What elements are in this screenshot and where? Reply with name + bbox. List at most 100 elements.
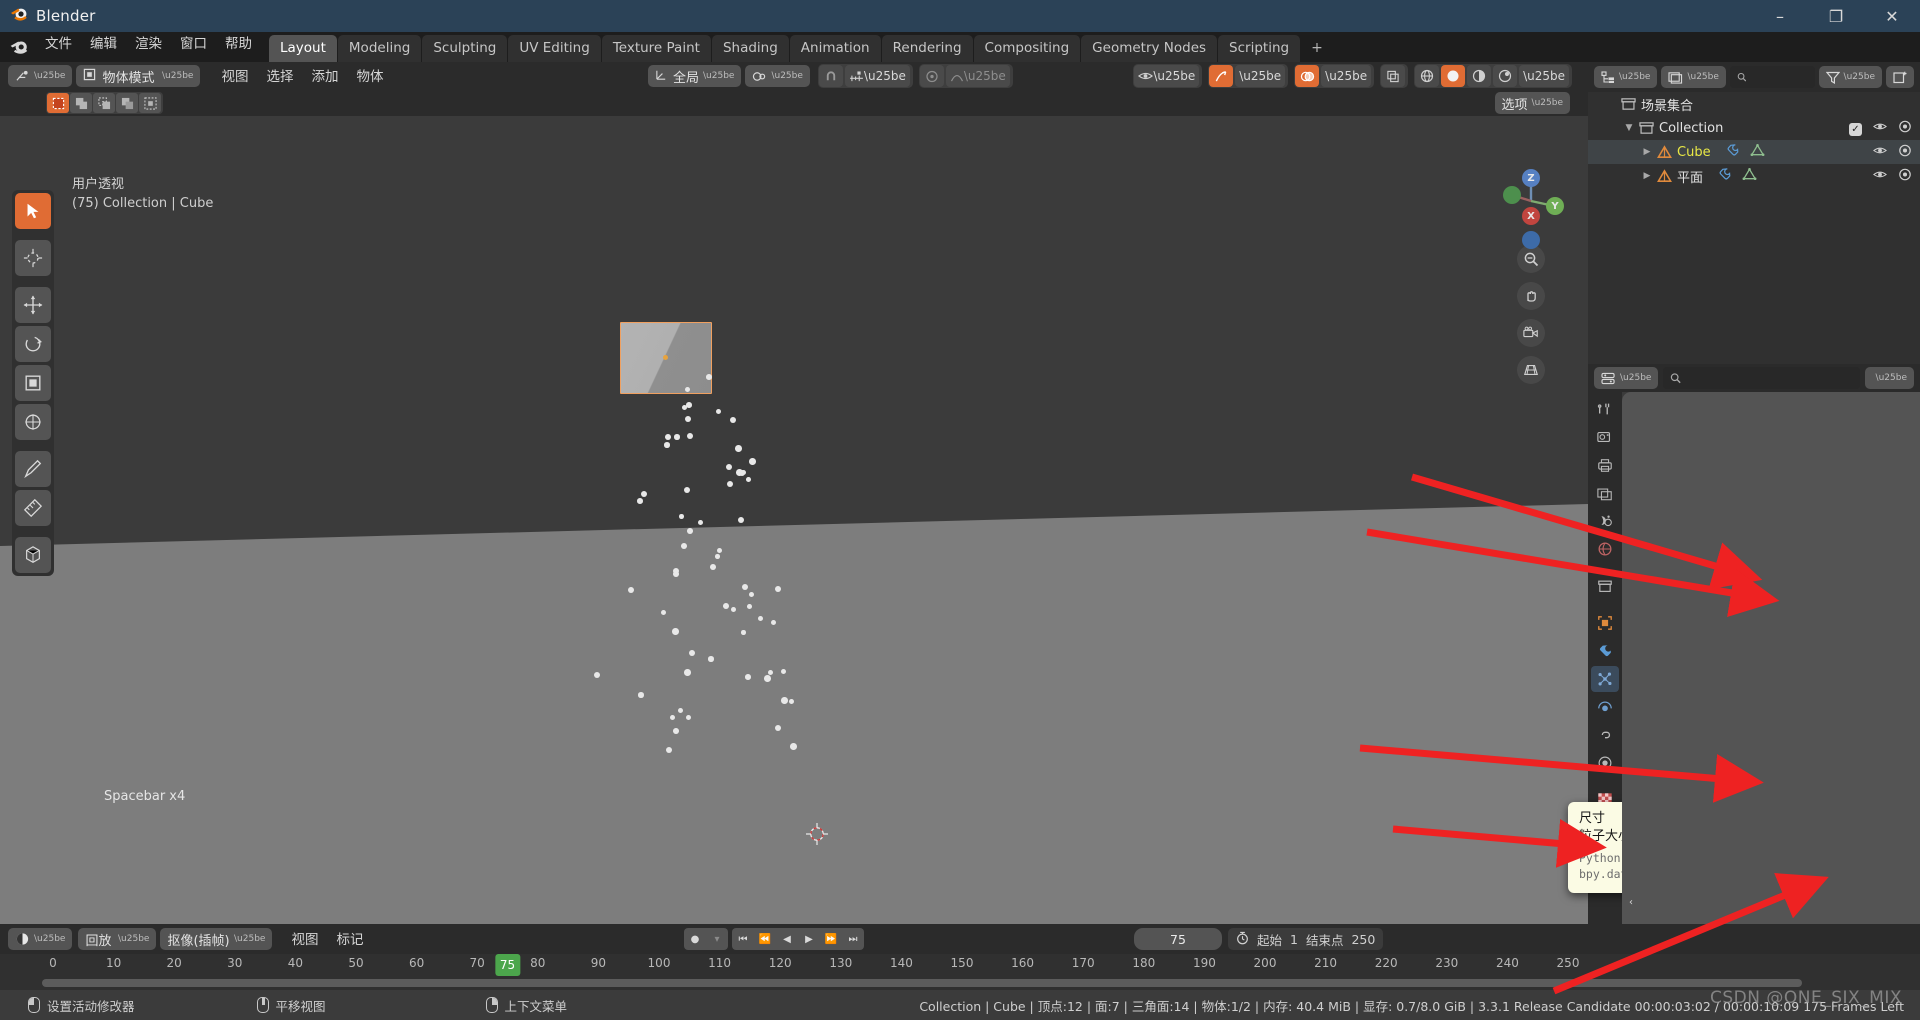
property-tab-render[interactable] xyxy=(1591,424,1619,450)
outliner-row-Cube[interactable]: ▶ Cube xyxy=(1588,140,1920,164)
animate-property-dot[interactable]: • xyxy=(1903,477,1914,492)
row-disclosure-icon[interactable]: ▶ xyxy=(1640,171,1654,181)
tool-measure[interactable] xyxy=(15,490,51,526)
row-exclude-checkbox[interactable]: ✓ xyxy=(1849,121,1862,136)
panel-advanced[interactable]: ▾ 高级 xyxy=(1622,417,1920,441)
zoom-view-icon[interactable] xyxy=(1517,245,1545,273)
play-button[interactable]: ▶ xyxy=(798,928,820,950)
use-preview-range-icon[interactable] xyxy=(1236,931,1249,948)
advanced-checkbox[interactable] xyxy=(1717,528,1731,542)
tool-scale[interactable] xyxy=(15,365,51,401)
editor-type-icon[interactable]: \u25be xyxy=(8,65,73,87)
tool-rotate[interactable] xyxy=(15,326,51,362)
jump-to-end-button[interactable]: ⏭ xyxy=(842,928,864,950)
tool-transform[interactable] xyxy=(15,404,51,440)
tab-texture-paint[interactable]: Texture Paint xyxy=(601,35,711,62)
close-button[interactable]: ✕ xyxy=(1864,0,1920,32)
toggle-orthographic-icon[interactable] xyxy=(1517,356,1545,384)
property-tab-world[interactable] xyxy=(1591,536,1619,562)
property-tab-object[interactable] xyxy=(1591,610,1619,636)
show-overlays-toggle[interactable] xyxy=(1295,65,1320,87)
next-keyframe-button[interactable]: ⏩ xyxy=(820,928,842,950)
tab-layout[interactable]: Layout xyxy=(269,35,337,62)
tab-modeling[interactable]: Modeling xyxy=(337,35,422,62)
property-tab-collection[interactable] xyxy=(1591,573,1619,599)
timeline-menu-marker[interactable]: 标记 xyxy=(327,924,372,954)
menu-file[interactable]: 文件 xyxy=(36,28,81,58)
animate-property-dot[interactable]: • xyxy=(1903,451,1914,466)
animate-property-dot[interactable]: • xyxy=(1903,718,1914,733)
outliner-display-mode-dropdown[interactable]: \u25be xyxy=(1661,66,1726,88)
animate-property-dot[interactable]: • xyxy=(1715,744,1726,759)
playback-dropdown[interactable]: 回放 \u25be xyxy=(78,928,157,950)
outliner-editor-type-icon[interactable]: \u25be xyxy=(1594,66,1658,88)
outliner-row-Collection[interactable]: ▼ Collection ✓ xyxy=(1588,116,1920,140)
animate-property-dot[interactable]: • xyxy=(1903,796,1914,811)
animate-property-dot[interactable]: • xyxy=(1903,502,1914,517)
gizmo-settings-dropdown[interactable]: \u25be xyxy=(1235,65,1286,87)
row-label[interactable]: 场景集合 xyxy=(1641,95,1693,114)
menu-window[interactable]: 窗口 xyxy=(171,28,216,58)
animate-property-dot[interactable]: • xyxy=(1903,770,1914,785)
decrement-icon[interactable]: ‹ xyxy=(1629,897,1633,908)
tool-move[interactable] xyxy=(15,287,51,323)
animate-property-dot[interactable]: • xyxy=(1903,579,1914,594)
animate-property-dot[interactable]: • xyxy=(1903,553,1914,568)
property-tab-constraints[interactable] xyxy=(1591,722,1619,748)
tab-geometry-nodes[interactable]: Geometry Nodes xyxy=(1081,35,1218,62)
row-modifier-icon[interactable] xyxy=(1725,143,1740,161)
tool-add-cube[interactable] xyxy=(15,537,51,573)
gizmo-axis-z[interactable]: Z xyxy=(1522,169,1540,187)
shading-rendered-button[interactable] xyxy=(1493,65,1518,87)
viewport-menu-add[interactable]: 添加 xyxy=(302,62,347,91)
row-disclosure-icon[interactable]: ▼ xyxy=(1622,123,1636,133)
property-tab-tool[interactable] xyxy=(1591,396,1619,422)
outliner-filter-icon[interactable]: \u25be xyxy=(1818,66,1882,88)
proportional-edit-toggle[interactable] xyxy=(919,65,944,87)
select-subtract-icon[interactable] xyxy=(93,93,115,113)
tab-scripting[interactable]: Scripting xyxy=(1218,35,1301,62)
viewport-menu-object[interactable]: 物体 xyxy=(347,62,392,91)
panel-render[interactable]: ▾ 渲染 :::: xyxy=(1622,684,1920,708)
shading-settings-dropdown[interactable]: \u25be xyxy=(1519,65,1569,87)
select-intersect-icon[interactable] xyxy=(139,93,161,113)
property-tab-scene[interactable] xyxy=(1591,508,1619,534)
advanced-number-field[interactable]: 0.300 xyxy=(1708,551,1896,570)
row-label[interactable]: Collection xyxy=(1659,121,1723,136)
select-extend-icon[interactable] xyxy=(70,93,92,113)
tab-shading[interactable]: Shading xyxy=(711,35,789,62)
tab-compositing[interactable]: Compositing xyxy=(973,35,1081,62)
jump-to-start-button[interactable]: ⏮ xyxy=(732,928,754,950)
row-disable-in-renders-icon[interactable] xyxy=(1898,168,1912,185)
viewport-menu-view[interactable]: 视图 xyxy=(212,62,257,91)
row-label[interactable]: 平面 xyxy=(1677,167,1703,186)
animate-property-dot[interactable]: • xyxy=(1903,630,1914,645)
timeline-editor[interactable]: \u25be 回放 \u25be 抠像(插帧) \u25be 视图 标记 ● ▾ ⏮… xyxy=(0,924,1920,990)
pan-view-icon[interactable] xyxy=(1517,282,1545,310)
property-tab-particles[interactable] xyxy=(1591,666,1619,692)
transform-orientation-dropdown[interactable]: 全局 \u25be xyxy=(648,65,742,87)
start-frame-value[interactable]: 1 xyxy=(1290,932,1298,947)
show-gizmo-toggle[interactable] xyxy=(1209,65,1234,87)
play-reverse-button[interactable]: ◀ xyxy=(776,928,798,950)
property-tab-output[interactable] xyxy=(1591,452,1619,478)
shading-wireframe-button[interactable] xyxy=(1415,65,1440,87)
prev-keyframe-button[interactable]: ⏪ xyxy=(754,928,776,950)
minimize-button[interactable]: – xyxy=(1752,0,1808,32)
3d-viewport[interactable]: \u25be 物体模式 \u25be 视图 选择 添加 物体 全局 \u25be… xyxy=(0,62,1588,924)
properties-options-dropdown[interactable]: \u25be xyxy=(1864,367,1914,389)
viewport-canvas[interactable]: 用户透视 (75) Collection | Cube Spacebar x4 xyxy=(0,116,1588,924)
gizmo-axis-x[interactable]: X xyxy=(1522,207,1540,225)
animate-property-dot[interactable]: • xyxy=(1903,604,1914,619)
properties-search-field[interactable] xyxy=(1686,371,1853,385)
tab-uv-editing[interactable]: UV Editing xyxy=(508,35,601,62)
timeline-scrollbar-thumb[interactable] xyxy=(42,979,1802,987)
row-hide-in-viewport-icon[interactable] xyxy=(1872,121,1888,136)
pivot-point-dropdown[interactable]: \u25be xyxy=(745,65,810,87)
menu-edit[interactable]: 编辑 xyxy=(81,28,126,58)
navigation-gizmo[interactable]: Z Y X xyxy=(1496,166,1566,249)
outliner-row-平面[interactable]: ▶ 平面 xyxy=(1588,164,1920,188)
advanced-number-field[interactable]: 0.000 xyxy=(1708,500,1896,519)
tab-rendering[interactable]: Rendering xyxy=(881,35,973,62)
gizmo-axis-neg-z[interactable] xyxy=(1522,231,1540,249)
